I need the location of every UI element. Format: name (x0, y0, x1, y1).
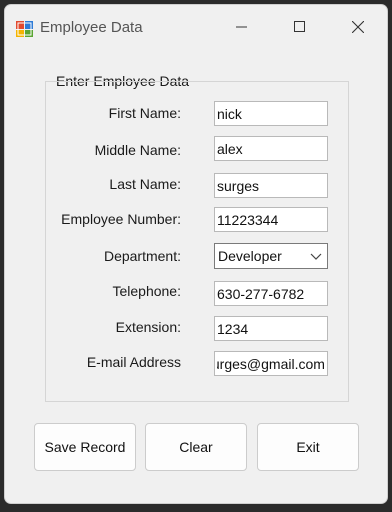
middle-name-label: Middle Name: (94, 142, 181, 158)
first-name-label: First Name: (108, 105, 181, 121)
window-title: Employee Data (40, 19, 143, 36)
last-name-field[interactable] (214, 173, 328, 198)
exit-button[interactable]: Exit (257, 423, 359, 471)
last-name-label: Last Name: (109, 176, 181, 192)
extension-label: Extension: (115, 319, 181, 335)
middle-name-field[interactable] (214, 136, 328, 161)
employee-number-label: Employee Number: (61, 211, 181, 227)
employee-number-field[interactable] (214, 207, 328, 232)
clear-button[interactable]: Clear (145, 423, 247, 471)
extension-field[interactable] (214, 316, 328, 341)
maximize-icon (294, 21, 305, 32)
title-bar[interactable]: Employee Data (5, 5, 387, 49)
email-label: E-mail Address (86, 354, 181, 370)
minimize-button[interactable] (213, 5, 271, 49)
department-label: Department: (103, 248, 181, 264)
close-icon (352, 21, 364, 33)
department-selected-value: Developer (218, 248, 282, 264)
employee-data-window: Employee Data Enter Employee Data First … (4, 4, 388, 504)
close-button[interactable] (329, 5, 387, 49)
department-dropdown[interactable]: Developer (214, 243, 328, 269)
telephone-field[interactable] (214, 281, 328, 306)
minimize-icon (236, 26, 247, 28)
form-app-icon (16, 21, 33, 37)
telephone-label: Telephone: (112, 283, 181, 299)
email-field[interactable] (214, 351, 328, 376)
save-record-button[interactable]: Save Record (34, 423, 136, 471)
maximize-button[interactable] (271, 5, 329, 49)
chevron-down-icon (310, 253, 322, 260)
first-name-field[interactable] (214, 101, 328, 126)
